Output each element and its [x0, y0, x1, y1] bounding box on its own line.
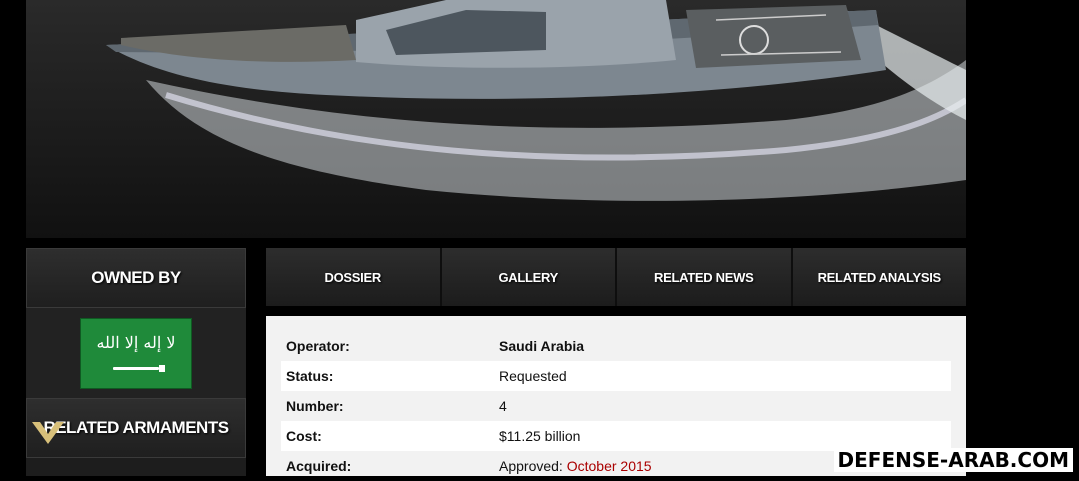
tab-related-news[interactable]: RELATED NEWS: [617, 248, 793, 306]
acquired-date-link[interactable]: October 2015: [567, 458, 652, 474]
number-value: 4: [499, 398, 507, 414]
tab-gallery[interactable]: GALLERY: [441, 248, 617, 306]
detail-row-number: Number: 4: [281, 391, 951, 421]
owned-by-title: OWNED BY: [91, 268, 181, 287]
detail-row-operator: Operator: Saudi Arabia: [281, 331, 951, 361]
acquired-value: Approved: October 2015: [499, 458, 652, 474]
saudi-flag-icon[interactable]: لا إله إلا الله: [80, 317, 192, 389]
tab-bar: DOSSIER GALLERY RELATED NEWS RELATED ANA…: [266, 248, 966, 306]
flag-container: لا إله إلا الله: [26, 308, 246, 398]
detail-row-cost: Cost: $11.25 billion: [281, 421, 951, 451]
flag-shahada-script: لا إله إلا الله: [96, 332, 176, 352]
watermark: DEFENSE-ARAB.COM: [833, 448, 1073, 472]
owned-by-header: OWNED BY: [26, 248, 246, 308]
acquired-label: Acquired:: [286, 458, 352, 474]
acquired-prefix: Approved:: [499, 458, 567, 474]
status-value: Requested: [499, 368, 567, 384]
number-label: Number:: [286, 398, 344, 414]
cost-label: Cost:: [286, 428, 322, 444]
tab-related-analysis[interactable]: RELATED ANALYSIS: [792, 248, 966, 306]
cost-value: $11.25 billion: [499, 428, 581, 444]
operator-label: Operator:: [286, 338, 350, 354]
detail-row-status: Status: Requested: [281, 361, 951, 391]
hero-ship-image: [26, 0, 966, 238]
operator-value: Saudi Arabia: [499, 338, 585, 354]
flag-sword-icon: [113, 364, 165, 372]
status-label: Status:: [286, 368, 334, 384]
tab-dossier[interactable]: DOSSIER: [266, 248, 442, 306]
site-logo-icon: [8, 418, 88, 476]
